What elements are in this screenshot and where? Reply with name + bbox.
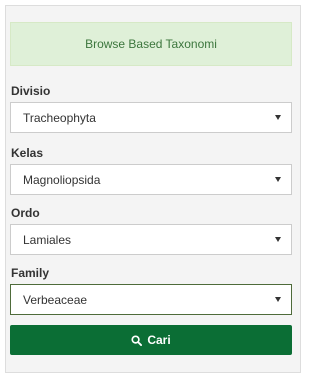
search-icon [131,334,143,346]
chevron-down-icon [275,115,281,120]
divisio-selected-value: Tracheophyta [23,110,96,125]
chevron-down-icon [275,297,281,302]
chevron-down-icon [275,177,281,182]
family-label: Family [11,266,50,280]
divisio-select[interactable]: Tracheophyta [10,102,292,133]
ordo-selected-value: Lamiales [23,232,72,247]
search-button[interactable]: Cari [10,325,292,355]
browse-header: Browse Based Taxonomi [10,22,292,66]
kelas-select[interactable]: Magnoliopsida [10,164,292,195]
ordo-select[interactable]: Lamiales [10,224,292,255]
kelas-selected-value: Magnoliopsida [23,172,101,187]
chevron-down-icon [275,237,281,242]
divisio-label: Divisio [11,84,51,98]
family-selected-value: Verbeaceae [23,292,88,307]
family-select[interactable]: Verbeaceae [10,284,292,315]
ordo-label: Ordo [11,206,40,220]
browse-header-title: Browse Based Taxonomi [85,37,217,51]
kelas-label: Kelas [11,146,44,160]
search-button-label: Cari [147,333,171,347]
